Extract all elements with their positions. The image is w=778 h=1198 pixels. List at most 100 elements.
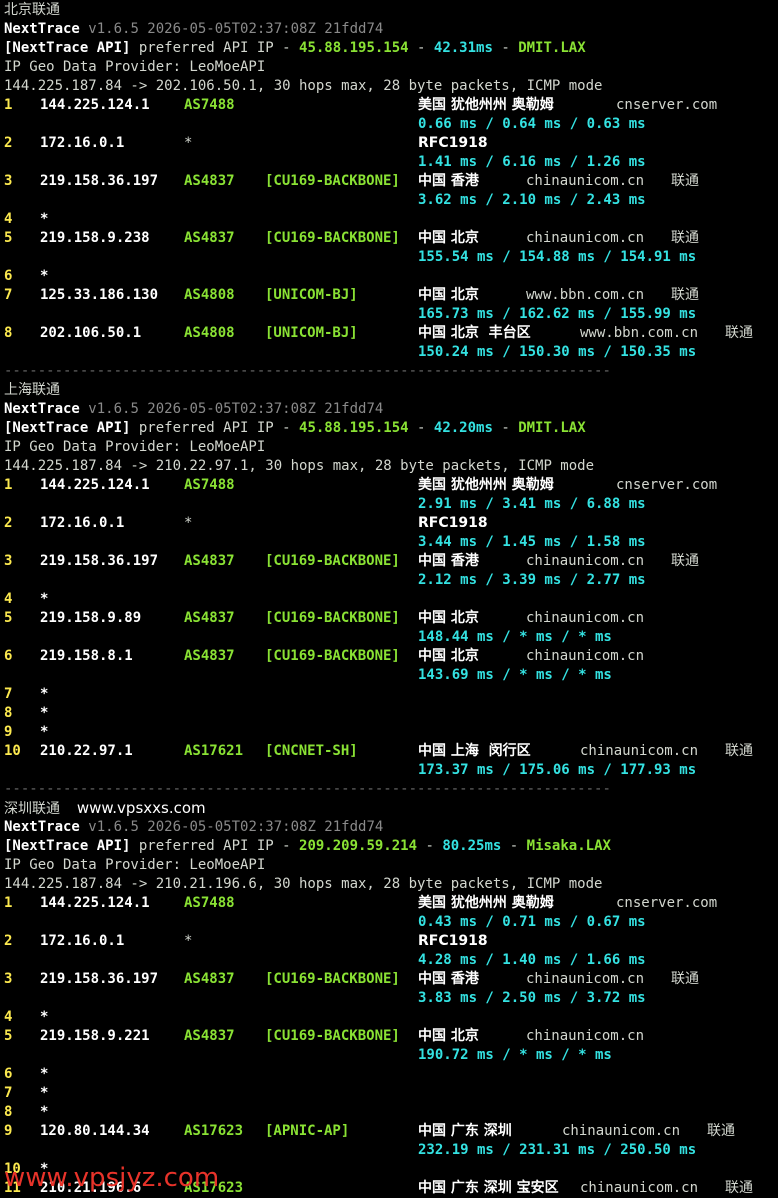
hop-geo: 中国 北京 丰台区 [418,325,531,341]
route-text: 144.225.187.84 -> 210.21.196.6, 30 hops … [4,876,603,892]
hop-host: cnserver.com [616,97,718,113]
hop-backbone-tag: [CU169-BACKBONE] [265,971,400,987]
hop-number: 7 [4,287,13,303]
hop-isp: 联通 [671,553,699,569]
hop-geo: 中国 广东 深圳 [418,1123,512,1139]
hop-ip: 172.16.0.1 [40,933,125,949]
hop-backbone-tag: [CU169-BACKBONE] [265,648,400,664]
hop-rtt: 190.72 ms / * ms / * ms [418,1047,612,1063]
hop-geo: 美国 犹他州州 奥勒姆 [418,477,554,493]
hop-host: chinaunicom.cn [526,230,645,246]
api-text: preferred API IP - [130,838,300,854]
watermark-text: www.vpsjyz.com [4,1163,220,1193]
hop-ip: 219.158.9.89 [40,610,142,626]
route-text: 144.225.187.84 -> 210.22.97.1, 30 hops m… [4,458,595,474]
hop-asn: * [184,933,193,949]
separator: ----------------------------------------… [4,363,611,379]
hop-asn: AS4837 [184,1028,235,1044]
separator-line: ----------------------------------------… [4,780,611,799]
route-line: 144.225.187.84 -> 202.106.50.1, 30 hops … [4,77,602,96]
block-title-line: 北京联通 [4,1,60,20]
block-title: 上海联通 [4,382,60,398]
hop-asn: AS4808 [184,325,235,341]
api-dash: - [417,838,443,854]
api-prefix: [NextTrace API] [4,838,131,854]
hop-host: chinaunicom.cn [580,743,699,759]
hop-isp: 联通 [671,230,699,246]
api-latency: 42.31ms [433,40,493,56]
hop-number: 1 [4,97,13,113]
api-text: preferred API IP - [130,40,300,56]
hop-number: 2 [4,515,13,531]
api-node: DMIT.LAX [518,40,586,56]
hop-backbone-tag: [CU169-BACKBONE] [265,610,400,626]
hop-host: chinaunicom.cn [526,610,645,626]
hop-asn: AS17623 [184,1123,244,1139]
hop-host: chinaunicom.cn [526,173,645,189]
hop-ip: 219.158.36.197 [40,553,159,569]
hop-geo: RFC1918 [418,135,488,151]
hop-geo: 中国 香港 [418,173,479,189]
hop-number: 5 [4,230,13,246]
hop-ip: 219.158.9.221 [40,1028,150,1044]
site-label: www.vpsxxs.com [76,799,206,817]
hop-number: 8 [4,325,13,341]
api-dash: - [492,420,519,436]
hop-ip: 219.158.9.238 [40,230,150,246]
hop-backbone-tag: [UNICOM-BJ] [265,287,358,303]
hop-ip: * [40,1085,49,1101]
block-title-line: 深圳联通 www.vpsxxs.com [4,799,206,818]
hop-ip: * [40,705,49,721]
hop-host: chinaunicom.cn [562,1123,681,1139]
separator: ----------------------------------------… [4,781,611,797]
hop-geo: RFC1918 [418,515,488,531]
hop-number: 6 [4,648,13,664]
hop-ip: * [40,1066,49,1082]
api-line: [NextTrace API] preferred API IP - 45.88… [4,419,586,438]
hop-ip: 144.225.124.1 [40,895,150,911]
hop-rtt: 3.83 ms / 2.50 ms / 3.72 ms [418,990,646,1006]
version-line: NextTrace v1.6.5 2026-05-05T02:37:08Z 21… [4,20,383,39]
hop-number: 1 [4,895,13,911]
hop-isp: 联通 [725,325,753,341]
api-prefix: [NextTrace API] [4,40,131,56]
hop-geo: 中国 北京 [418,648,479,664]
block-title-line: 上海联通 [4,381,60,400]
hop-ip: * [40,1009,49,1025]
hop-backbone-tag: [CU169-BACKBONE] [265,230,400,246]
hop-rtt: 143.69 ms / * ms / * ms [418,667,612,683]
hop-geo: 中国 北京 [418,610,479,626]
hop-host: www.bbn.com.cn [526,287,645,303]
hop-isp: 联通 [707,1123,735,1139]
hop-geo: 中国 上海 闵行区 [418,743,531,759]
hop-rtt: 0.43 ms / 0.71 ms / 0.67 ms [418,914,646,930]
hop-host: cnserver.com [616,477,718,493]
hop-number: 3 [4,173,13,189]
hop-number: 3 [4,553,13,569]
hop-number: 7 [4,1085,13,1101]
provider-text: IP Geo Data Provider: LeoMoeAPI [4,439,266,455]
hop-rtt: 4.28 ms / 1.40 ms / 1.66 ms [418,952,646,968]
hop-number: 4 [4,1009,13,1025]
hop-ip: * [40,591,49,607]
hop-rtt: 148.44 ms / * ms / * ms [418,629,612,645]
hop-isp: 联通 [671,287,699,303]
api-line: [NextTrace API] preferred API IP - 45.88… [4,39,586,58]
hop-rtt: 3.62 ms / 2.10 ms / 2.43 ms [418,192,646,208]
api-prefix: [NextTrace API] [4,420,131,436]
api-ip: 209.209.59.214 [299,838,418,854]
hop-geo: 美国 犹他州州 奥勒姆 [418,895,554,911]
api-dash: - [501,838,527,854]
hop-rtt: 173.37 ms / 175.06 ms / 177.93 ms [418,762,697,778]
hop-rtt: 150.24 ms / 150.30 ms / 150.35 ms [418,344,697,360]
hop-number: 2 [4,135,13,151]
hop-asn: AS4837 [184,173,235,189]
hop-backbone-tag: [CU169-BACKBONE] [265,553,400,569]
hop-rtt: 232.19 ms / 231.31 ms / 250.50 ms [418,1142,697,1158]
hop-number: 7 [4,686,13,702]
hop-geo: 美国 犹他州州 奥勒姆 [418,97,554,113]
api-dash: - [408,40,434,56]
provider-text: IP Geo Data Provider: LeoMoeAPI [4,857,266,873]
hop-asn: AS17621 [184,743,244,759]
app-name: NextTrace [4,401,80,417]
